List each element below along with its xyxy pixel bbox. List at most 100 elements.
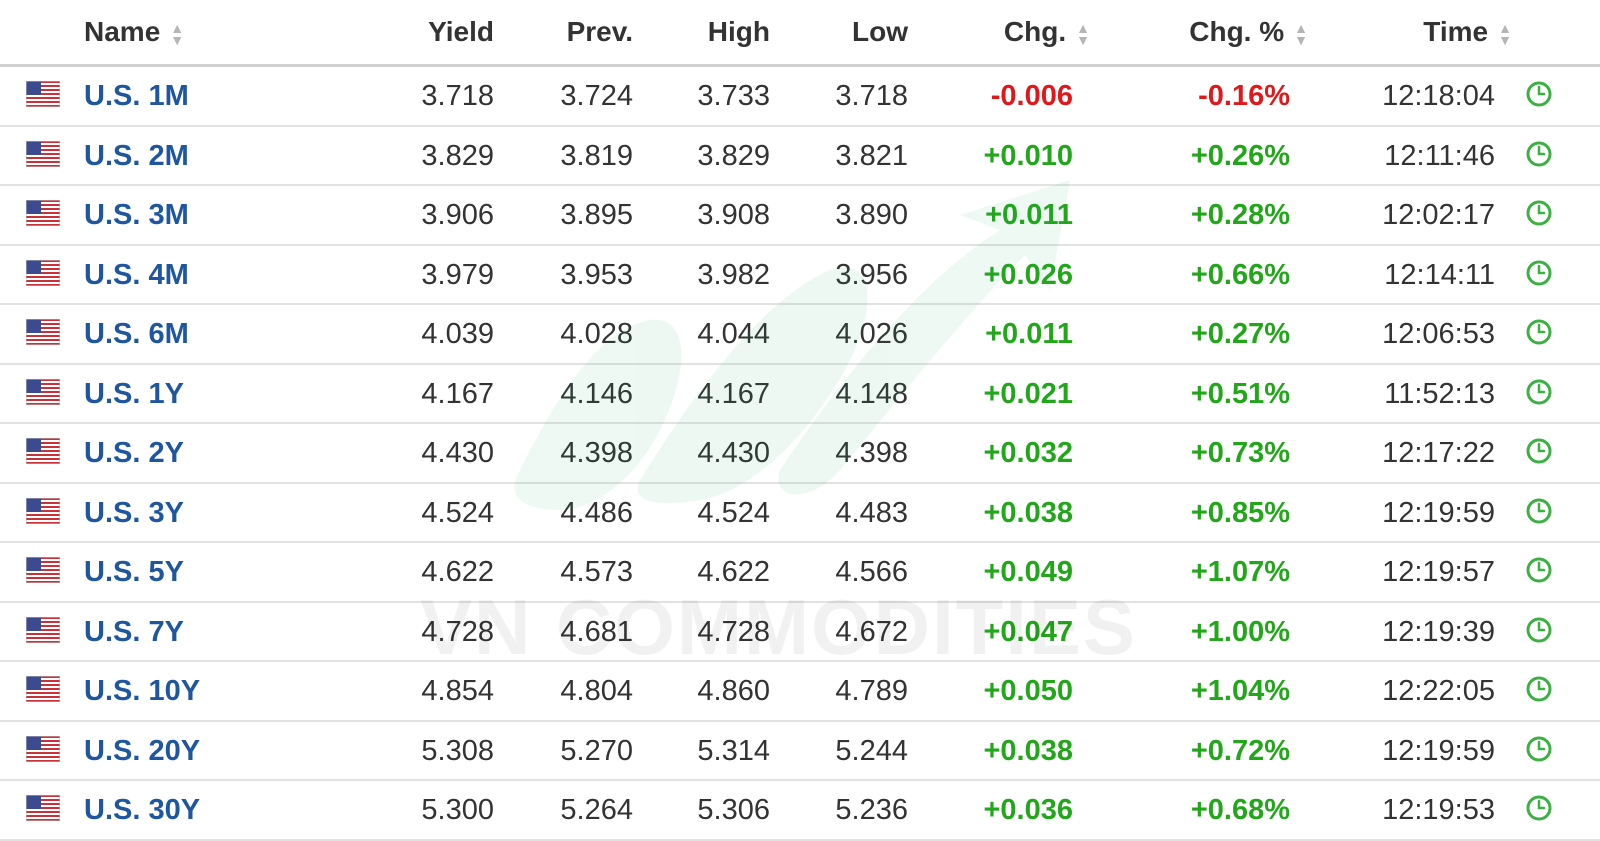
clock-icon[interactable] <box>1524 615 1554 649</box>
high-value: 5.306 <box>697 794 770 826</box>
table-row[interactable]: U.S. 3M 3.906 3.895 3.908 3.890 +0.011 +0.28% 1… <box>0 186 1600 246</box>
us-flag-icon <box>26 557 60 591</box>
bond-name-link[interactable]: U.S. 1Y <box>84 377 184 411</box>
clock-icon[interactable] <box>1524 79 1554 113</box>
time-value: 12:22:05 <box>1382 675 1495 707</box>
prev-value: 4.486 <box>560 496 633 529</box>
prev-value: 3.724 <box>560 80 633 112</box>
low-value: 3.718 <box>835 80 908 112</box>
us-flag-icon <box>26 319 60 353</box>
clock-icon[interactable] <box>1524 317 1554 351</box>
bond-name-link[interactable]: U.S. 3Y <box>84 496 184 530</box>
sort-arrows-icon[interactable]: ▲ ▼ <box>1294 21 1308 47</box>
yield-value: 3.979 <box>421 258 494 291</box>
table-row[interactable]: U.S. 2Y 4.430 4.398 4.430 4.398 +0.032 +0.73% 1… <box>0 424 1600 484</box>
sort-arrows-icon[interactable]: ▲ ▼ <box>170 21 184 47</box>
table-row[interactable]: U.S. 2M 3.829 3.819 3.829 3.821 +0.010 +0.26% 1… <box>0 127 1600 186</box>
bond-name-link[interactable]: U.S. 4M <box>84 258 189 292</box>
bond-name-link[interactable]: U.S. 10Y <box>84 674 200 708</box>
time-value: 12:19:59 <box>1382 734 1495 767</box>
col-header-name[interactable]: Name ▲ ▼ <box>84 16 184 48</box>
change-value: +0.049 <box>983 556 1073 588</box>
prev-value: 5.270 <box>560 734 633 767</box>
time-value: 12:19:39 <box>1382 615 1495 648</box>
clock-icon[interactable] <box>1524 139 1554 173</box>
col-header-chg[interactable]: Chg. ▲ ▼ <box>1004 16 1090 48</box>
change-percent-value: +0.51% <box>1190 377 1290 410</box>
clock-icon[interactable] <box>1524 258 1554 292</box>
table-row[interactable]: U.S. 1M 3.718 3.724 3.733 3.718 -0.006 -0.16% 1… <box>0 67 1600 127</box>
sort-arrows-icon[interactable]: ▲ ▼ <box>1076 21 1090 47</box>
us-flag-icon <box>26 497 60 532</box>
low-value: 5.236 <box>835 794 908 826</box>
change-value: +0.021 <box>983 377 1073 410</box>
yield-value: 4.524 <box>421 496 494 529</box>
table-row[interactable]: U.S. 1Y 4.167 4.146 4.167 4.148 +0.021 +0.51% 1… <box>0 365 1600 424</box>
bond-name-link[interactable]: U.S. 3M <box>84 198 189 232</box>
col-header-time[interactable]: Time ▲ ▼ <box>1423 16 1512 48</box>
prev-value: 4.681 <box>560 615 633 648</box>
table-row[interactable]: U.S. 5Y 4.622 4.573 4.622 4.566 +0.049 +1.07% 1… <box>0 543 1600 603</box>
change-percent-value: +1.07% <box>1190 556 1290 588</box>
table-row[interactable]: U.S. 4M 3.979 3.953 3.982 3.956 +0.026 +0.66% 1… <box>0 246 1600 305</box>
high-value: 4.044 <box>697 318 770 350</box>
change-percent-value: +0.66% <box>1190 258 1290 291</box>
yield-value: 4.430 <box>421 437 494 469</box>
prev-value: 4.573 <box>560 556 633 588</box>
us-flag-icon <box>26 438 60 472</box>
bond-name-link[interactable]: U.S. 6M <box>84 317 189 351</box>
table-row[interactable]: U.S. 20Y 5.308 5.270 5.314 5.244 +0.038 +0.72%… <box>0 722 1600 781</box>
change-percent-value: -0.16% <box>1198 80 1290 112</box>
col-header-name-label: Name <box>84 16 161 47</box>
bond-name-link[interactable]: U.S. 20Y <box>84 734 200 768</box>
clock-icon[interactable] <box>1524 436 1554 470</box>
high-value: 4.430 <box>697 437 770 469</box>
sort-arrows-icon[interactable]: ▲ ▼ <box>1498 21 1512 47</box>
yield-value: 4.622 <box>421 556 494 588</box>
clock-icon[interactable] <box>1524 734 1554 768</box>
table-row[interactable]: U.S. 10Y 4.854 4.804 4.860 4.789 +0.050 +1.04%… <box>0 662 1600 722</box>
table-row[interactable]: U.S. 7Y 4.728 4.681 4.728 4.672 +0.047 +1.00% 1… <box>0 603 1600 662</box>
change-percent-value: +1.00% <box>1190 615 1290 648</box>
prev-value: 4.804 <box>560 675 633 707</box>
yield-value: 4.728 <box>421 615 494 648</box>
time-value: 12:17:22 <box>1382 437 1495 469</box>
us-flag-icon <box>26 616 60 651</box>
bond-name-link[interactable]: U.S. 2Y <box>84 436 184 470</box>
bond-name-link[interactable]: U.S. 30Y <box>84 793 200 827</box>
clock-icon[interactable] <box>1524 555 1554 589</box>
clock-icon[interactable] <box>1524 793 1554 827</box>
change-value: +0.011 <box>985 199 1073 231</box>
col-header-low: Low <box>852 16 908 47</box>
col-header-chg-pct[interactable]: Chg. % ▲ ▼ <box>1189 16 1308 48</box>
low-value: 4.148 <box>835 377 908 410</box>
table-row[interactable]: U.S. 3Y 4.524 4.486 4.524 4.483 +0.038 +0.85% 1… <box>0 484 1600 543</box>
yield-value: 4.167 <box>421 377 494 410</box>
change-percent-value: +0.73% <box>1190 437 1290 469</box>
change-value: +0.011 <box>985 318 1073 350</box>
us-flag-icon <box>26 81 60 115</box>
col-header-high: High <box>707 16 770 47</box>
bond-name-link[interactable]: U.S. 5Y <box>84 555 184 589</box>
change-percent-value: +0.26% <box>1190 139 1290 172</box>
prev-value: 4.398 <box>560 437 633 469</box>
high-value: 3.908 <box>697 199 770 231</box>
prev-value: 5.264 <box>560 794 633 826</box>
change-value: +0.047 <box>983 615 1073 648</box>
clock-icon[interactable] <box>1524 674 1554 708</box>
time-value: 12:19:59 <box>1382 496 1495 529</box>
high-value: 4.860 <box>697 675 770 707</box>
change-percent-value: +0.85% <box>1190 496 1290 529</box>
change-value: +0.038 <box>983 496 1073 529</box>
bond-name-link[interactable]: U.S. 1M <box>84 79 189 113</box>
yield-value: 5.308 <box>421 734 494 767</box>
bond-name-link[interactable]: U.S. 7Y <box>84 615 184 649</box>
clock-icon[interactable] <box>1524 198 1554 232</box>
table-row[interactable]: U.S. 6M 4.039 4.028 4.044 4.026 +0.011 +0.27% 1… <box>0 305 1600 365</box>
clock-icon[interactable] <box>1524 377 1554 411</box>
low-value: 4.398 <box>835 437 908 469</box>
col-header-chg-pct-label: Chg. % <box>1189 16 1285 47</box>
col-header-prev: Prev. <box>566 16 633 47</box>
clock-icon[interactable] <box>1524 496 1554 530</box>
bond-name-link[interactable]: U.S. 2M <box>84 139 189 173</box>
